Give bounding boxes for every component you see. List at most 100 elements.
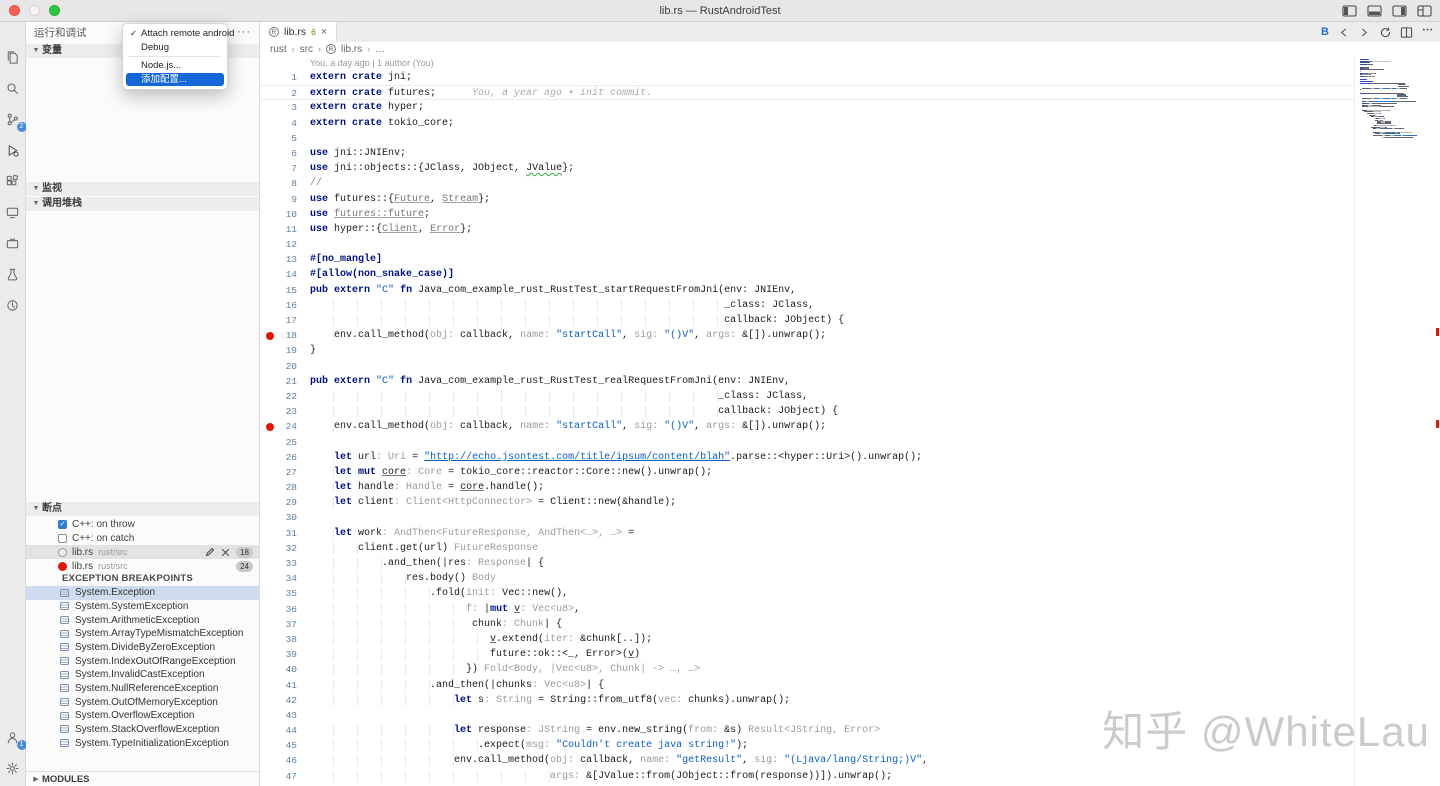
breadcrumb-item[interactable]: lib.rs — [341, 44, 362, 55]
section-call-stack[interactable]: ▼ 调用堆栈 — [26, 197, 259, 211]
code-line[interactable]: 42 let s: String = String::from_utf8(vec… — [260, 693, 1440, 708]
code-line[interactable]: 31 let work: AndThen<FutureResponse, And… — [260, 526, 1440, 541]
code-line[interactable]: 27 let mut core: Core = tokio_core::reac… — [260, 465, 1440, 480]
section-breakpoints[interactable]: ▼ 断点 — [26, 502, 259, 516]
code-line[interactable]: 6 use jni::JNIEnv; — [260, 146, 1440, 161]
project-manager-icon[interactable] — [3, 233, 23, 253]
code-line[interactable]: 2 extern crate futures; You, a year ago •… — [260, 85, 1440, 101]
toggle-sidebar-icon[interactable] — [1342, 5, 1357, 17]
extensions-icon[interactable] — [3, 171, 23, 191]
code-line[interactable]: 33 .and_then(|res: Response| { — [260, 556, 1440, 571]
code-line[interactable]: 12 — [260, 237, 1440, 252]
code-line[interactable]: 10 use futures::future; — [260, 207, 1440, 222]
navigate-forward-icon[interactable] — [1358, 26, 1371, 39]
exception-breakpoint-item[interactable]: System.OutOfMemoryException — [26, 695, 259, 709]
menu-item[interactable]: 添加配置... — [126, 72, 224, 86]
checkbox-checked-icon[interactable] — [58, 519, 67, 529]
toggle-panel-icon[interactable] — [1367, 5, 1382, 17]
menu-item[interactable]: Node.js... — [126, 59, 224, 73]
navigate-back-icon[interactable] — [1337, 26, 1350, 39]
code-line[interactable]: 41 .and_then(|chunks: Vec<u8>| { — [260, 678, 1440, 693]
code-line[interactable]: 43 — [260, 708, 1440, 723]
breakpoint-glyph-icon[interactable] — [266, 331, 274, 340]
exception-breakpoint-item[interactable]: System.SystemException — [26, 600, 259, 614]
settings-gear-icon[interactable] — [3, 758, 23, 778]
code-line[interactable]: 36 f: |mut v: Vec<u8>, — [260, 602, 1440, 617]
code-area[interactable]: You, a day ago | 1 author (You) 1 extern … — [260, 56, 1440, 786]
code-line[interactable]: 35 .fold(init: Vec::new(), — [260, 586, 1440, 601]
code-line[interactable]: 11 use hyper::{Client, Error}; — [260, 222, 1440, 237]
customize-layout-icon[interactable] — [1417, 5, 1432, 17]
close-tab-icon[interactable]: × — [321, 27, 327, 38]
toggle-secondary-sidebar-icon[interactable] — [1392, 5, 1407, 17]
code-line[interactable]: 23 callback: JObject) { — [260, 404, 1440, 419]
source-control-icon[interactable]: 2 — [3, 109, 27, 132]
remote-explorer-icon[interactable] — [3, 202, 23, 222]
breadcrumb-item[interactable]: … — [375, 44, 385, 55]
code-line[interactable]: 39 future::ok::<_, Error>(v) — [260, 647, 1440, 662]
exception-breakpoint-item[interactable]: System.IndexOutOfRangeException — [26, 654, 259, 668]
code-line[interactable]: 30 — [260, 510, 1440, 525]
exception-breakpoint-item[interactable]: System.NullReferenceException — [26, 682, 259, 696]
search-icon[interactable] — [3, 78, 23, 98]
code-line[interactable]: 25 — [260, 435, 1440, 450]
exception-breakpoint-item[interactable]: System.TypeInitializationException — [26, 736, 259, 750]
exception-breakpoint-item[interactable]: System.InvalidCastException — [26, 668, 259, 682]
code-line[interactable]: 32 client.get(url) FutureResponse — [260, 541, 1440, 556]
minimap[interactable] — [1354, 56, 1440, 786]
section-modules[interactable]: ▶ MODULES — [26, 771, 259, 786]
code-line[interactable]: 40 }) Fold<Body, |Vec<u8>, Chunk| -> …, … — [260, 662, 1440, 677]
checkbox-unchecked-icon[interactable] — [58, 533, 67, 543]
refresh-icon[interactable] — [1379, 26, 1392, 39]
remove-breakpoint-icon[interactable] — [220, 547, 231, 558]
code-line[interactable]: 44 let response: JString = env.new_strin… — [260, 723, 1440, 738]
code-line[interactable]: 37 chunk: Chunk| { — [260, 617, 1440, 632]
code-line[interactable]: 16 _class: JClass, — [260, 298, 1440, 313]
test-flask-icon[interactable] — [3, 264, 23, 284]
code-line[interactable]: 22 _class: JClass, — [260, 389, 1440, 404]
zoom-window-button[interactable] — [49, 5, 60, 16]
code-line[interactable]: 8 // — [260, 176, 1440, 191]
minimize-window-button[interactable] — [29, 5, 40, 16]
exception-breakpoint-item[interactable]: System.OverflowException — [26, 709, 259, 723]
code-line[interactable]: 18 env.call_method(obj: callback, name: … — [260, 328, 1440, 343]
exception-breakpoint-item[interactable]: System.DivideByZeroException — [26, 641, 259, 655]
breakpoint-librs-24[interactable]: lib.rs rust/src 24 — [26, 559, 259, 573]
code-line[interactable]: 24 env.call_method(obj: callback, name: … — [260, 419, 1440, 434]
more-actions-icon[interactable] — [1421, 23, 1434, 41]
code-line[interactable]: 9 use futures::{Future, Stream}; — [260, 192, 1440, 207]
code-line[interactable]: 20 — [260, 359, 1440, 374]
code-line[interactable]: 21 pub extern "C" fn Java_com_example_rus… — [260, 374, 1440, 389]
code-line[interactable]: 26 let url: Uri = "http://echo.jsontest.… — [260, 450, 1440, 465]
edit-breakpoint-icon[interactable] — [204, 547, 215, 558]
breakpoint-cpp-on-throw[interactable]: C++: on throw — [26, 517, 259, 531]
code-line[interactable]: 1 extern crate jni; — [260, 70, 1440, 85]
sidebar-more-actions-icon[interactable]: ··· — [237, 22, 251, 44]
code-line[interactable]: 29 let client: Client<HttpConnector> = C… — [260, 495, 1440, 510]
exception-breakpoint-item[interactable]: System.StackOverflowException — [26, 723, 259, 737]
code-line[interactable]: 14 #[allow(non_snake_case)] — [260, 267, 1440, 282]
breadcrumb-item[interactable]: src — [300, 44, 313, 55]
code-line[interactable]: 13 #[no_mangle] — [260, 252, 1440, 267]
code-line[interactable]: 47 args: &[JValue::from(JObject::from(re… — [260, 769, 1440, 784]
code-line[interactable]: 28 let handle: Handle = core.handle(); — [260, 480, 1440, 495]
codelens-annotation[interactable]: You, a day ago | 1 author (You) — [260, 56, 1440, 70]
code-line[interactable]: 17 callback: JObject) { — [260, 313, 1440, 328]
menu-item[interactable]: ✓ Attach remote android — [126, 27, 234, 41]
breakpoint-cpp-on-catch[interactable]: C++: on catch — [26, 531, 259, 545]
explorer-icon[interactable] — [3, 47, 23, 67]
clock-tool-icon[interactable] — [3, 295, 23, 315]
breadcrumb-item[interactable]: rust — [270, 44, 287, 55]
code-line[interactable]: 46 env.call_method(obj: callback, name: … — [260, 753, 1440, 768]
exception-breakpoint-item[interactable]: System.ArrayTypeMismatchException — [26, 627, 259, 641]
run-and-debug-icon[interactable] — [3, 140, 23, 160]
code-line[interactable]: 38 v.extend(iter: &chunk[..]); — [260, 632, 1440, 647]
code-line[interactable]: 19} — [260, 343, 1440, 358]
code-line[interactable]: 15 pub extern "C" fn Java_com_example_rus… — [260, 283, 1440, 298]
section-watch[interactable]: ▼ 监视 — [26, 182, 259, 196]
exception-breakpoint-item[interactable]: System.Exception — [26, 586, 259, 600]
split-editor-icon[interactable] — [1400, 26, 1413, 39]
exception-breakpoint-item[interactable]: System.ArithmeticException — [26, 613, 259, 627]
bookmarks-icon[interactable]: B — [1321, 26, 1329, 38]
code-line[interactable]: 4 extern crate tokio_core; — [260, 116, 1440, 131]
